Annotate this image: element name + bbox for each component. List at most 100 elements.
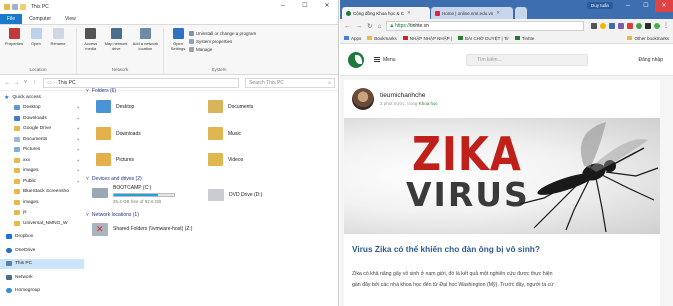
network-location-icon: [139, 28, 151, 39]
close-button[interactable]: ✕: [316, 0, 338, 12]
media-icon: [85, 28, 97, 39]
nav-item[interactable]: images ✶: [0, 166, 84, 177]
star-icon: ★: [4, 94, 10, 101]
new-tab-button[interactable]: [515, 7, 527, 19]
bookmark-item[interactable]: Tinhte: [514, 36, 534, 41]
bookmark-item[interactable]: Bookmarks: [367, 36, 397, 41]
avatar[interactable]: [352, 88, 374, 110]
bookmark-item[interactable]: BÀI CHỜ DUYỆT | Tir: [457, 36, 509, 41]
nav-item[interactable]: Downloads ✶: [0, 113, 84, 124]
network-locations-header[interactable]: ˅ Network locations (1): [86, 210, 139, 220]
tab-view[interactable]: View: [58, 14, 83, 24]
author-name[interactable]: tieumichanhche: [380, 92, 438, 99]
back-arrow-icon[interactable]: ←: [344, 23, 351, 30]
folder-pictures[interactable]: Pictures: [96, 153, 134, 166]
nav-this-pc[interactable]: This PC: [0, 258, 84, 269]
forward-arrow-icon[interactable]: →: [356, 23, 363, 30]
home-icon[interactable]: ⌂: [377, 23, 381, 30]
article-card: tieumichanhche 2 phút trước, trong Khoa …: [344, 80, 660, 306]
ribbon-group-network: Access media Map network drive Add a net…: [77, 28, 164, 74]
tab-computer[interactable]: Computer: [22, 14, 58, 24]
nav-dropbox[interactable]: Dropbox: [0, 232, 84, 243]
post-category[interactable]: Khoa học: [419, 101, 438, 106]
nav-item[interactable]: Public ✶: [0, 176, 84, 187]
drive-c[interactable]: BOOTCAMP (C:) 25.4 GB free of 92.6 GB: [92, 185, 175, 204]
minimize-button[interactable]: ─: [619, 0, 637, 12]
nav-item[interactable]: images: [0, 197, 84, 208]
site-search-input[interactable]: Tìm kiếm...: [466, 54, 588, 66]
folder-videos[interactable]: Videos: [208, 153, 243, 166]
folders-section-header[interactable]: ˅ Folders (6): [86, 86, 339, 96]
nav-onedrive[interactable]: OneDrive: [0, 245, 84, 256]
new-folder-icon[interactable]: [20, 4, 26, 10]
nav-quick-access[interactable]: ★ Quick access: [0, 92, 84, 103]
nav-item[interactable]: Google Drive ✶: [0, 124, 84, 135]
properties-icon[interactable]: [12, 4, 18, 10]
drive-d-name: DVD Drive (D:): [229, 192, 263, 198]
site-search-placeholder: Tìm kiếm...: [477, 57, 502, 63]
manage-link[interactable]: Manage: [189, 45, 256, 53]
folder-desktop[interactable]: Desktop: [96, 100, 134, 113]
reload-icon[interactable]: ↻: [367, 22, 372, 30]
drive-c-free: 25.4 GB free of 92.6 GB: [113, 199, 162, 204]
extensions: ⋮: [588, 23, 669, 29]
nav-item[interactable]: BlueStack Screensho: [0, 187, 84, 198]
tab-file[interactable]: File: [0, 14, 23, 24]
maximize-button[interactable]: ☐: [637, 0, 655, 12]
url-scheme: https://: [395, 23, 411, 29]
drive-d[interactable]: DVD Drive (D:): [208, 189, 262, 201]
folder-documents[interactable]: Documents: [208, 100, 253, 113]
chevron-down-icon: ˅: [86, 88, 89, 94]
article-headline[interactable]: Virus Zika có thể khiến cho đàn ông bị v…: [352, 244, 540, 254]
extension-icon[interactable]: [618, 23, 624, 29]
folder-icon: [14, 168, 20, 174]
menu-button[interactable]: Menu: [374, 57, 396, 63]
shared-folder-drive[interactable]: ✕ Shared Folders (\\vmware-host) (Z:): [92, 223, 192, 236]
recent-chevron-icon[interactable]: ˅: [21, 80, 30, 86]
rename-icon: [52, 28, 64, 39]
tab-close-icon[interactable]: ✕: [407, 10, 411, 16]
star-bookmark-icon[interactable]: [600, 23, 606, 29]
login-link[interactable]: Đăng nhập: [639, 57, 663, 63]
up-arrow-icon[interactable]: ↑: [30, 80, 39, 86]
bookmark-item[interactable]: NHẬP NHẬP NHẬP |: [402, 36, 452, 41]
bookmark-apps[interactable]: Apps: [344, 36, 361, 41]
forward-arrow-icon[interactable]: →: [12, 80, 21, 86]
minimize-button[interactable]: ─: [272, 0, 294, 12]
tab-tinhte[interactable]: Cộng đồng Khoa học & C ✕: [342, 7, 430, 19]
tinhte-logo-icon[interactable]: [348, 51, 364, 68]
uninstall-program-link[interactable]: Uninstall or change a program: [189, 29, 256, 37]
nav-network[interactable]: Network: [0, 272, 84, 283]
nav-homegroup[interactable]: Homegroup: [0, 286, 84, 297]
hero-image[interactable]: ZIKA VIRUS: [344, 118, 660, 234]
extension-icon[interactable]: [591, 23, 597, 29]
extension-icon[interactable]: [627, 23, 633, 29]
extension-icon[interactable]: [636, 23, 642, 29]
nav-item[interactable]: Pictures ✶: [0, 145, 84, 156]
devices-section-header[interactable]: ˅ Devices and drives (2): [86, 174, 142, 184]
back-arrow-icon[interactable]: ←: [3, 80, 12, 86]
nav-item[interactable]: Universal_NMNG_W: [0, 218, 84, 229]
profile-badge[interactable]: Duy tuấn: [586, 2, 613, 9]
tab-close-icon[interactable]: ✕: [496, 10, 500, 16]
extension-icon[interactable]: [645, 23, 651, 29]
omnibox[interactable]: 🔒︎ https:// tinhte.vn: [386, 21, 584, 31]
nav-item[interactable]: Documents ✶: [0, 134, 84, 145]
menu-dots-icon[interactable]: ⋮: [663, 23, 669, 29]
other-bookmarks[interactable]: Other bookmarks: [627, 36, 669, 41]
close-button[interactable]: ✕: [655, 0, 673, 12]
nav-item[interactable]: Desktop ✶: [0, 103, 84, 114]
system-properties-link[interactable]: System properties: [189, 37, 256, 45]
extension-icon[interactable]: [609, 23, 615, 29]
documents-folder-icon: [14, 136, 20, 142]
extension-icon[interactable]: [654, 23, 660, 29]
programs-icon: [189, 30, 194, 36]
folder-downloads[interactable]: Downloads: [96, 127, 141, 140]
folder-music[interactable]: Music: [208, 127, 241, 140]
web-page: Menu Tìm kiếm... Đăng nhập tieumichanhch…: [340, 44, 673, 306]
nav-item[interactable]: js: [0, 208, 84, 219]
maximize-button[interactable]: ☐: [294, 0, 316, 12]
pin-icon: ✶: [76, 115, 80, 121]
nav-item[interactable]: xxx ✶: [0, 155, 84, 166]
tab-nmt[interactable]: Home | online.nmt.edu.vn ✕: [431, 7, 513, 19]
